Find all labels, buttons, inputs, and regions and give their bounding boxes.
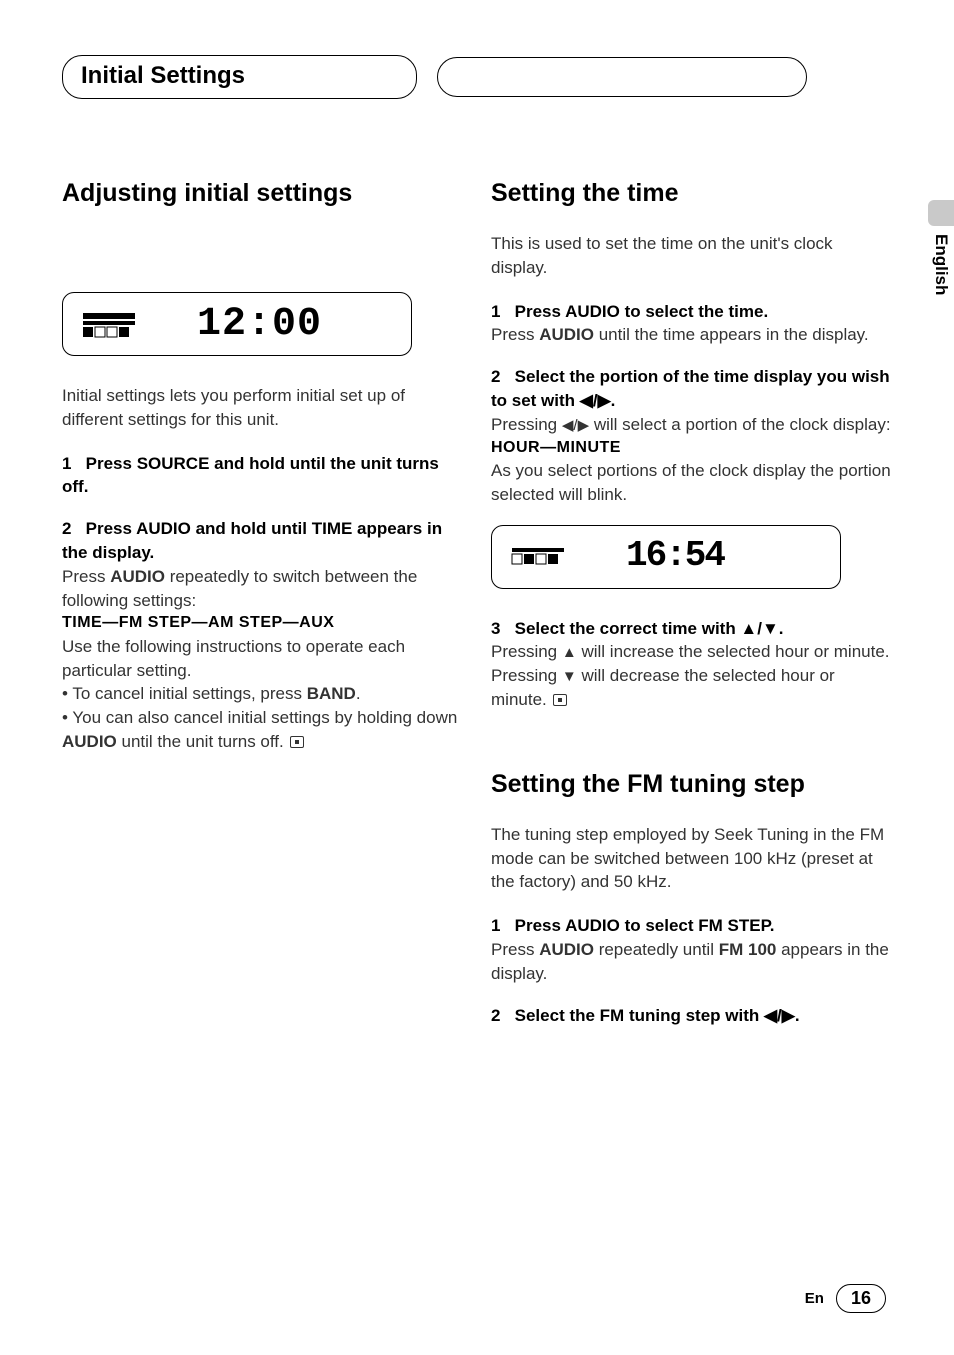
step-lead: Select the FM tuning step with ◀/▶. (515, 1006, 800, 1025)
step-number: 3 (491, 619, 500, 638)
t: AUDIO (565, 302, 620, 321)
language-label: English (931, 234, 951, 295)
right-s1-step3: 3 Select the correct time with ▲/▼. Pres… (491, 617, 892, 712)
t: TIME (312, 519, 353, 538)
t: . (356, 684, 361, 703)
t: FM 100 (719, 940, 777, 959)
t: repeatedly until (594, 940, 719, 959)
footer-lang: En (805, 1290, 824, 1307)
right-s2-step2: 2 Select the FM tuning step with ◀/▶. (491, 1004, 892, 1028)
step-lead: Select the portion of the time display y… (491, 367, 890, 410)
t: ▲ (562, 644, 577, 661)
step-lead: Press AUDIO to select FM STEP. (515, 916, 775, 935)
step-number: 2 (491, 1006, 500, 1025)
t: to select (620, 916, 698, 935)
t: will select a portion of the clock displ… (589, 415, 890, 434)
step-number: 1 (62, 454, 71, 473)
footer: En 16 (805, 1284, 886, 1313)
t: Pressing (491, 642, 562, 661)
t: ▼ (562, 668, 577, 685)
intro-text: The tuning step employed by Seek Tuning … (491, 823, 892, 894)
t: . (770, 916, 775, 935)
header-tab-empty (437, 57, 807, 97)
heading-setting-time: Setting the time (491, 179, 892, 208)
t: AUDIO (110, 567, 165, 586)
t: AUDIO (539, 940, 594, 959)
t: BAND (307, 684, 356, 703)
intro-text: This is used to set the time on the unit… (491, 232, 892, 280)
language-tab-bar (928, 200, 954, 226)
columns: Adjusting initial settings 12:00 Initial… (62, 179, 892, 1045)
step-lead: Press AUDIO and hold until TIME appears … (62, 519, 442, 562)
t: to select the time. (620, 302, 768, 321)
tuner-icon (81, 309, 137, 339)
end-mark-icon (553, 694, 567, 706)
left-step-1: 1 Press SOURCE and hold until the unit t… (62, 452, 463, 500)
hour-minute-sequence: HOUR—MINUTE (491, 437, 892, 459)
step-number: 2 (62, 519, 71, 538)
language-tab: English (928, 200, 954, 295)
t: AUDIO (62, 732, 117, 751)
heading-adjusting: Adjusting initial settings (62, 179, 463, 208)
intro-text: Initial settings lets you perform initia… (62, 384, 463, 432)
step-lead: Press AUDIO to select the time. (515, 302, 769, 321)
t: Press (86, 454, 137, 473)
t: Press (515, 302, 565, 321)
heading-fm-step: Setting the FM tuning step (491, 770, 892, 799)
step-number: 2 (491, 367, 500, 386)
t: SOURCE (137, 454, 210, 473)
section-title-tab: Initial Settings (62, 55, 417, 99)
t: Use the following instructions to operat… (62, 635, 463, 683)
right-s1-step2: 2 Select the portion of the time display… (491, 365, 892, 506)
lcd-time-2: 16:54 (626, 540, 724, 572)
t: • You can also cancel initial settings b… (62, 708, 457, 727)
tuner-icon (510, 542, 566, 572)
t: AUDIO (565, 916, 620, 935)
t: AUDIO (539, 325, 594, 344)
t: AUDIO (136, 519, 191, 538)
settings-sequence: TIME—FM STEP—AM STEP—AUX (62, 612, 463, 634)
right-s2-step1: 1 Press AUDIO to select FM STEP. Press A… (491, 914, 892, 985)
t: Press (515, 916, 565, 935)
t: and hold until (191, 519, 312, 538)
header-row: Initial Settings (62, 55, 892, 99)
step-lead: Press SOURCE and hold until the unit tur… (62, 454, 439, 497)
right-column: Setting the time This is used to set the… (491, 179, 892, 1045)
lcd-display-2: 16:54 (491, 525, 841, 589)
step-number: 1 (491, 302, 500, 321)
right-s1-step1: 1 Press AUDIO to select the time. Press … (491, 300, 892, 348)
t: As you select portions of the clock disp… (491, 459, 892, 507)
t: until the unit turns off. (117, 732, 284, 751)
lcd-time-1: 12:00 (197, 302, 322, 347)
t: until the time appears in the display. (594, 325, 869, 344)
lcd-display-1: 12:00 (62, 292, 412, 356)
t: 16:54 (626, 535, 724, 576)
t: • To cancel initial settings, press (62, 684, 307, 703)
t: Press (491, 940, 539, 959)
t: Press (86, 519, 136, 538)
step-lead: Select the correct time with ▲/▼. (515, 619, 784, 638)
section-title: Initial Settings (81, 62, 245, 89)
left-step-2: 2 Press AUDIO and hold until TIME appear… (62, 517, 463, 754)
t: FM STEP (698, 916, 769, 935)
t: Press (491, 325, 539, 344)
t: Pressing (491, 415, 562, 434)
t: ◀/▶ (562, 417, 589, 434)
left-column: Adjusting initial settings 12:00 Initial… (62, 179, 463, 1045)
end-mark-icon (290, 736, 304, 748)
step-number: 1 (491, 916, 500, 935)
t: Press (62, 567, 110, 586)
page: Initial Settings Adjusting initial setti… (0, 0, 954, 1045)
page-number: 16 (836, 1284, 886, 1313)
